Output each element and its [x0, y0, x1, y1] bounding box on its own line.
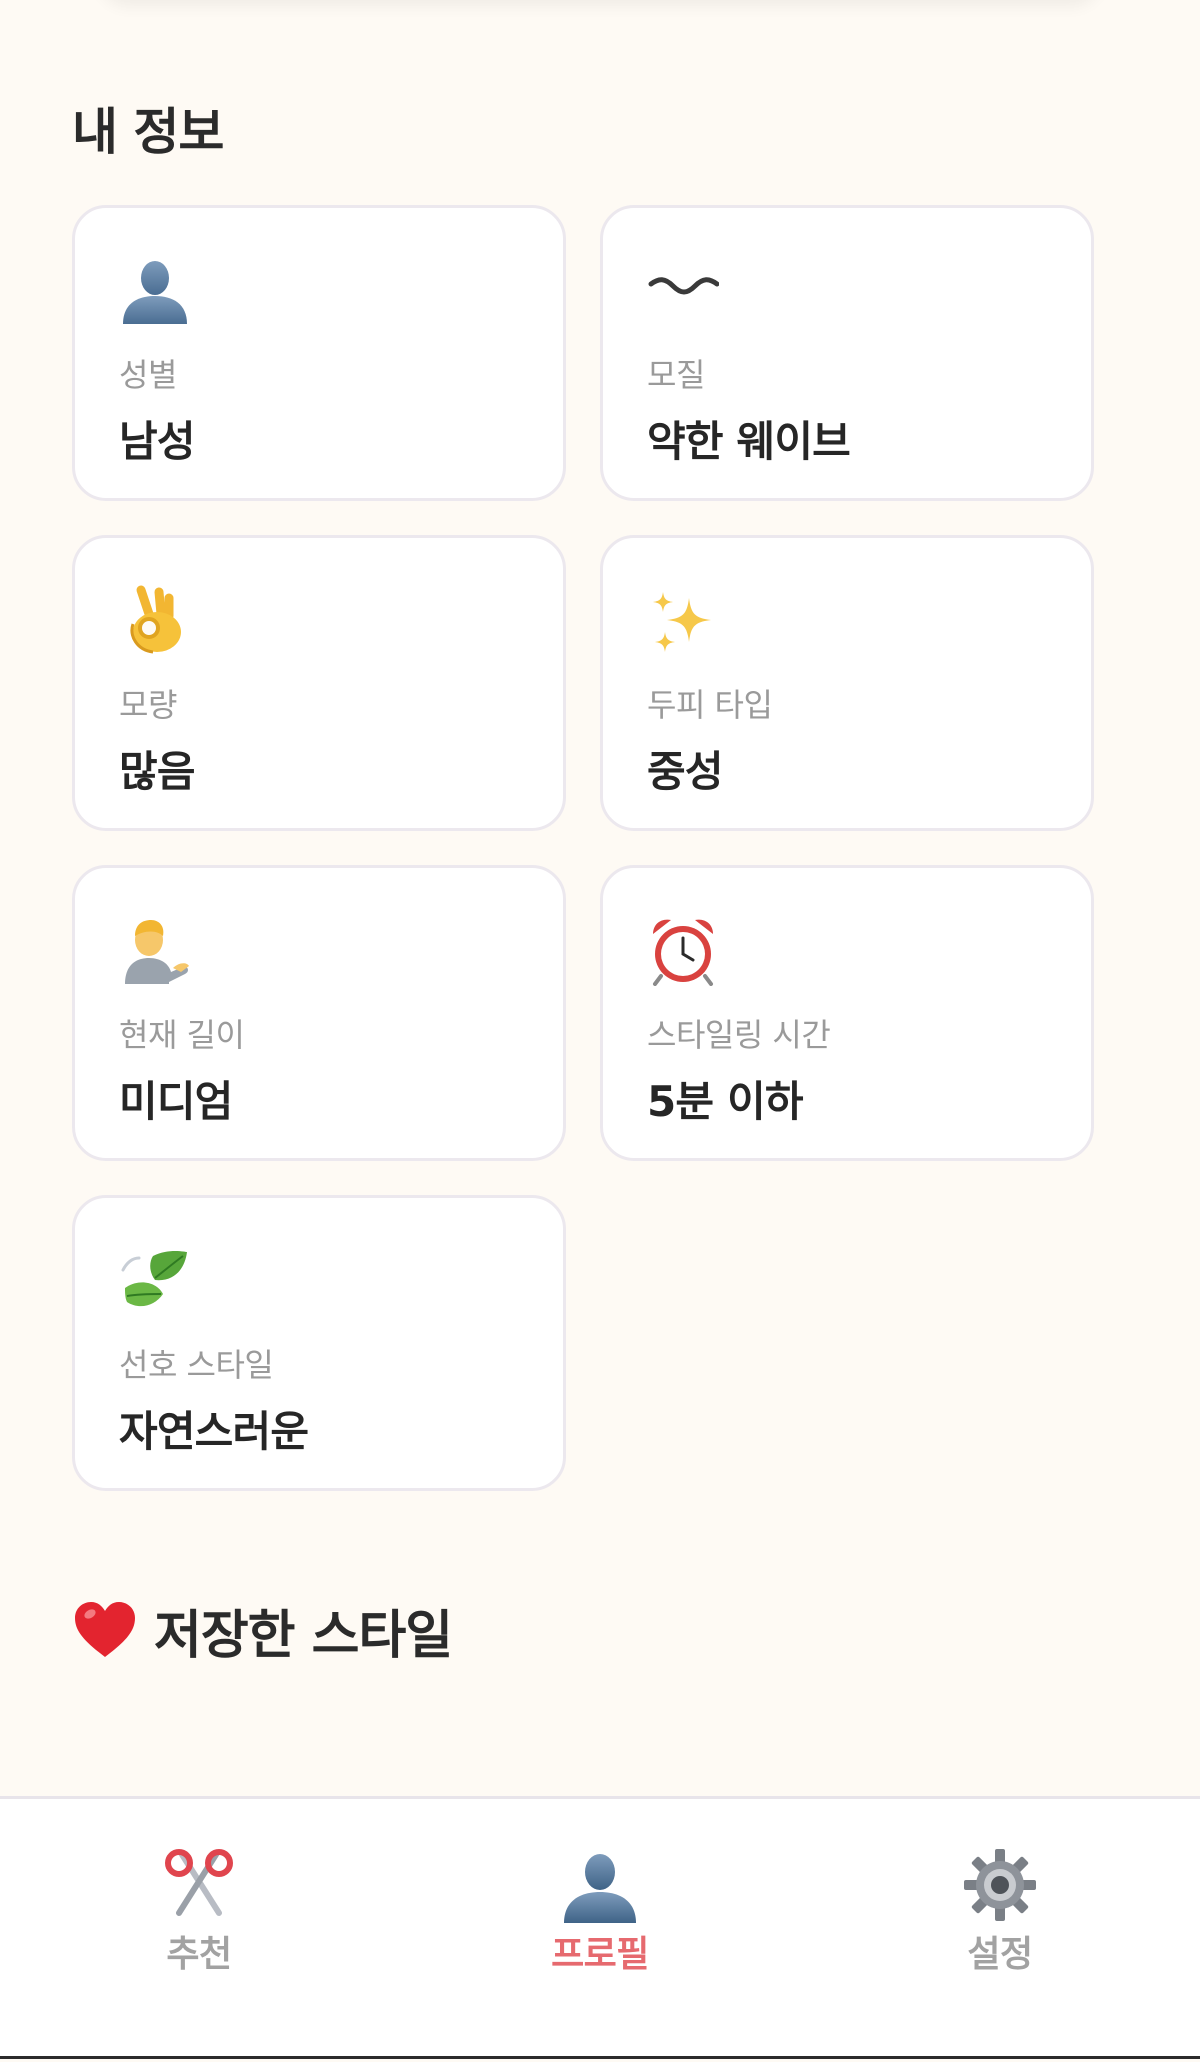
- info-card-label: 두피 타입: [647, 686, 773, 724]
- nav-item-recommend[interactable]: 추천: [89, 1799, 309, 1999]
- nav-label: 설정: [967, 1934, 1033, 1975]
- info-card-value: 5분 이하: [647, 1077, 804, 1126]
- wavy-line-icon: [648, 277, 719, 295]
- nav-label: 프로필: [551, 1934, 649, 1975]
- nav-label: 추천: [166, 1934, 232, 1975]
- leaves-icon: [121, 1251, 187, 1307]
- scissors-icon: [165, 1849, 233, 1916]
- gear-icon: [964, 1849, 1036, 1921]
- my-info-grid: 성별 남성 모질 약한 웨이브 모량 많음 두피 타입 중성 현재 길이 미디엄…: [72, 205, 1094, 1491]
- info-card-scalp-type[interactable]: 두피 타입 중성: [600, 535, 1094, 831]
- info-card-styling-time[interactable]: 스타일링 시간 5분 이하: [600, 865, 1094, 1161]
- person-silhouette-icon: [123, 261, 187, 324]
- info-card-value: 남성: [119, 417, 195, 466]
- info-card-label: 선호 스타일: [119, 1346, 274, 1384]
- bottom-navigation: 추천 프로필 설정: [0, 1796, 1200, 2059]
- info-card-current-length[interactable]: 현재 길이 미디엄: [72, 865, 566, 1161]
- info-card-preferred-style[interactable]: 선호 스타일 자연스러운: [72, 1195, 566, 1491]
- info-card-value: 많음: [119, 747, 195, 796]
- info-card-hair-amount[interactable]: 모량 많음: [72, 535, 566, 831]
- ok-hand-icon: [130, 585, 181, 654]
- alarm-clock-icon: [653, 919, 713, 986]
- saved-styles-heading: 저장한 스타일: [72, 1595, 453, 1666]
- info-card-hair-texture[interactable]: 모질 약한 웨이브: [600, 205, 1094, 501]
- nav-item-profile[interactable]: 프로필: [490, 1799, 710, 1999]
- person-tipping-hand-icon: [125, 920, 189, 984]
- info-card-value: 자연스러운: [119, 1407, 309, 1456]
- info-card-label: 모질: [647, 356, 705, 394]
- saved-styles-title: 저장한 스타일: [154, 1605, 453, 1666]
- info-card-value: 미디엄: [119, 1077, 233, 1126]
- info-card-label: 모량: [119, 686, 177, 724]
- red-heart-icon: [75, 1602, 135, 1657]
- my-info-title: 내 정보: [72, 103, 224, 161]
- info-card-label: 성별: [119, 356, 177, 394]
- info-card-label: 현재 길이: [119, 1016, 245, 1054]
- sparkles-icon: [653, 592, 711, 652]
- info-card-value: 중성: [647, 747, 723, 796]
- person-silhouette-icon: [564, 1854, 636, 1923]
- info-card-value: 약한 웨이브: [647, 417, 851, 466]
- info-card-gender[interactable]: 성별 남성: [72, 205, 566, 501]
- info-card-label: 스타일링 시간: [647, 1016, 831, 1054]
- nav-item-settings[interactable]: 설정: [890, 1799, 1110, 1999]
